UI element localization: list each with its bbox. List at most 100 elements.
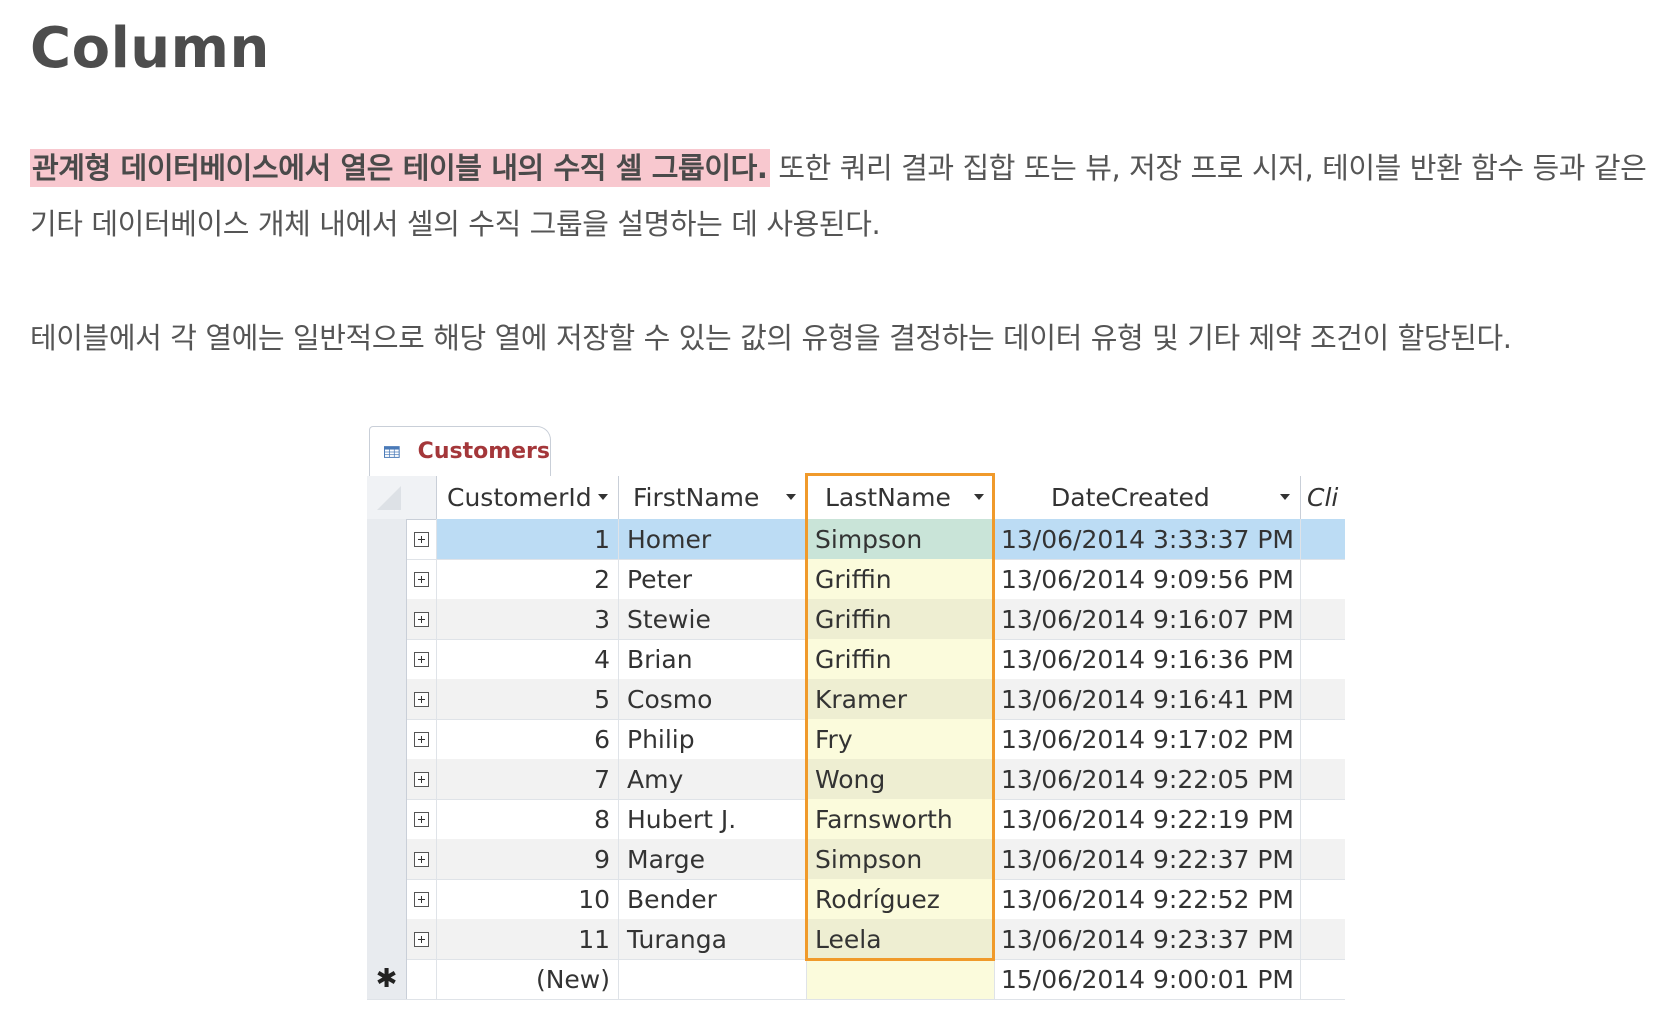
- record-selector[interactable]: [367, 799, 407, 839]
- table-row[interactable]: 4 Brian Griffin 13/06/2014 9:16:36 PM: [367, 639, 1345, 680]
- cell-cli[interactable]: [1301, 799, 1345, 839]
- cell-datecreated[interactable]: 13/06/2014 9:16:41 PM: [995, 679, 1301, 719]
- cell-cli[interactable]: [1301, 719, 1345, 759]
- table-row[interactable]: 1 Homer Simpson 13/06/2014 3:33:37 PM: [367, 519, 1345, 560]
- cell-datecreated[interactable]: 15/06/2014 9:00:01 PM: [995, 959, 1301, 999]
- cell-datecreated[interactable]: 13/06/2014 3:33:37 PM: [995, 519, 1301, 559]
- cell-cli[interactable]: [1301, 679, 1345, 719]
- cell-lastname[interactable]: Simpson: [807, 519, 995, 559]
- cell-datecreated[interactable]: 13/06/2014 9:09:56 PM: [995, 559, 1301, 599]
- cell-customerid-new[interactable]: (New): [437, 959, 619, 999]
- new-record-marker[interactable]: ✱: [367, 959, 407, 999]
- cell-lastname[interactable]: Rodríguez: [807, 879, 995, 919]
- expand-button[interactable]: [407, 799, 437, 839]
- record-selector[interactable]: [367, 599, 407, 639]
- cell-firstname[interactable]: Cosmo: [619, 679, 807, 719]
- cell-firstname[interactable]: Philip: [619, 719, 807, 759]
- cell-firstname[interactable]: Homer: [619, 519, 807, 559]
- table-row[interactable]: 11 Turanga Leela 13/06/2014 9:23:37 PM: [367, 919, 1345, 960]
- dropdown-arrow-icon[interactable]: [786, 494, 796, 500]
- new-record-row[interactable]: ✱ (New) 15/06/2014 9:00:01 PM: [367, 959, 1345, 1000]
- expand-button[interactable]: [407, 519, 437, 559]
- cell-cli[interactable]: [1301, 959, 1345, 999]
- cell-lastname[interactable]: Simpson: [807, 839, 995, 879]
- expand-button[interactable]: [407, 559, 437, 599]
- table-row[interactable]: 6 Philip Fry 13/06/2014 9:17:02 PM: [367, 719, 1345, 760]
- cell-lastname[interactable]: Griffin: [807, 559, 995, 599]
- expand-button[interactable]: [407, 639, 437, 679]
- cell-customerid[interactable]: 9: [437, 839, 619, 879]
- cell-firstname[interactable]: Peter: [619, 559, 807, 599]
- table-row[interactable]: 7 Amy Wong 13/06/2014 9:22:05 PM: [367, 759, 1345, 800]
- cell-datecreated[interactable]: 13/06/2014 9:23:37 PM: [995, 919, 1301, 959]
- cell-customerid[interactable]: 3: [437, 599, 619, 639]
- record-selector[interactable]: [367, 719, 407, 759]
- select-all-corner[interactable]: [367, 476, 437, 519]
- cell-customerid[interactable]: 2: [437, 559, 619, 599]
- expand-button[interactable]: [407, 919, 437, 959]
- cell-firstname[interactable]: Marge: [619, 839, 807, 879]
- table-row[interactable]: 8 Hubert J. Farnsworth 13/06/2014 9:22:1…: [367, 799, 1345, 840]
- record-selector[interactable]: [367, 639, 407, 679]
- cell-datecreated[interactable]: 13/06/2014 9:22:19 PM: [995, 799, 1301, 839]
- cell-lastname[interactable]: [807, 959, 995, 999]
- cell-cli[interactable]: [1301, 559, 1345, 599]
- cell-cli[interactable]: [1301, 839, 1345, 879]
- column-header-cli[interactable]: Cli: [1301, 476, 1345, 519]
- cell-lastname[interactable]: Farnsworth: [807, 799, 995, 839]
- table-row[interactable]: 3 Stewie Griffin 13/06/2014 9:16:07 PM: [367, 599, 1345, 640]
- cell-lastname[interactable]: Fry: [807, 719, 995, 759]
- dropdown-arrow-icon[interactable]: [1280, 494, 1290, 500]
- cell-lastname[interactable]: Kramer: [807, 679, 995, 719]
- cell-datecreated[interactable]: 13/06/2014 9:22:05 PM: [995, 759, 1301, 799]
- expand-button[interactable]: [407, 719, 437, 759]
- record-selector[interactable]: [367, 519, 407, 559]
- cell-datecreated[interactable]: 13/06/2014 9:16:36 PM: [995, 639, 1301, 679]
- cell-lastname[interactable]: Griffin: [807, 639, 995, 679]
- table-row[interactable]: 10 Bender Rodríguez 13/06/2014 9:22:52 P…: [367, 879, 1345, 920]
- cell-customerid[interactable]: 5: [437, 679, 619, 719]
- cell-firstname[interactable]: [619, 959, 807, 999]
- column-header-lastname[interactable]: LastName: [807, 476, 995, 519]
- tab-customers[interactable]: Customers: [369, 426, 551, 476]
- record-selector[interactable]: [367, 839, 407, 879]
- cell-customerid[interactable]: 6: [437, 719, 619, 759]
- expand-button[interactable]: [407, 759, 437, 799]
- cell-firstname[interactable]: Amy: [619, 759, 807, 799]
- cell-datecreated[interactable]: 13/06/2014 9:17:02 PM: [995, 719, 1301, 759]
- cell-cli[interactable]: [1301, 599, 1345, 639]
- column-header-firstname[interactable]: FirstName: [619, 476, 807, 519]
- dropdown-arrow-icon[interactable]: [598, 494, 608, 500]
- record-selector[interactable]: [367, 559, 407, 599]
- table-row[interactable]: 9 Marge Simpson 13/06/2014 9:22:37 PM: [367, 839, 1345, 880]
- expand-button[interactable]: [407, 879, 437, 919]
- cell-customerid[interactable]: 8: [437, 799, 619, 839]
- record-selector[interactable]: [367, 879, 407, 919]
- cell-customerid[interactable]: 1: [437, 519, 619, 559]
- cell-cli[interactable]: [1301, 639, 1345, 679]
- expand-button[interactable]: [407, 679, 437, 719]
- column-header-customerid[interactable]: CustomerId: [437, 476, 619, 519]
- cell-cli[interactable]: [1301, 759, 1345, 799]
- expand-button[interactable]: [407, 839, 437, 879]
- expand-button[interactable]: [407, 599, 437, 639]
- cell-datecreated[interactable]: 13/06/2014 9:22:52 PM: [995, 879, 1301, 919]
- cell-firstname[interactable]: Turanga: [619, 919, 807, 959]
- cell-lastname[interactable]: Wong: [807, 759, 995, 799]
- table-row[interactable]: 2 Peter Griffin 13/06/2014 9:09:56 PM: [367, 559, 1345, 600]
- cell-cli[interactable]: [1301, 879, 1345, 919]
- cell-customerid[interactable]: 11: [437, 919, 619, 959]
- cell-firstname[interactable]: Hubert J.: [619, 799, 807, 839]
- cell-cli[interactable]: [1301, 919, 1345, 959]
- dropdown-arrow-icon[interactable]: [974, 494, 984, 500]
- record-selector[interactable]: [367, 759, 407, 799]
- table-row[interactable]: 5 Cosmo Kramer 13/06/2014 9:16:41 PM: [367, 679, 1345, 720]
- cell-firstname[interactable]: Bender: [619, 879, 807, 919]
- cell-customerid[interactable]: 10: [437, 879, 619, 919]
- cell-datecreated[interactable]: 13/06/2014 9:16:07 PM: [995, 599, 1301, 639]
- column-header-datecreated[interactable]: DateCreated: [995, 476, 1301, 519]
- cell-lastname[interactable]: Griffin: [807, 599, 995, 639]
- cell-lastname[interactable]: Leela: [807, 919, 995, 959]
- record-selector[interactable]: [367, 679, 407, 719]
- cell-cli[interactable]: [1301, 519, 1345, 559]
